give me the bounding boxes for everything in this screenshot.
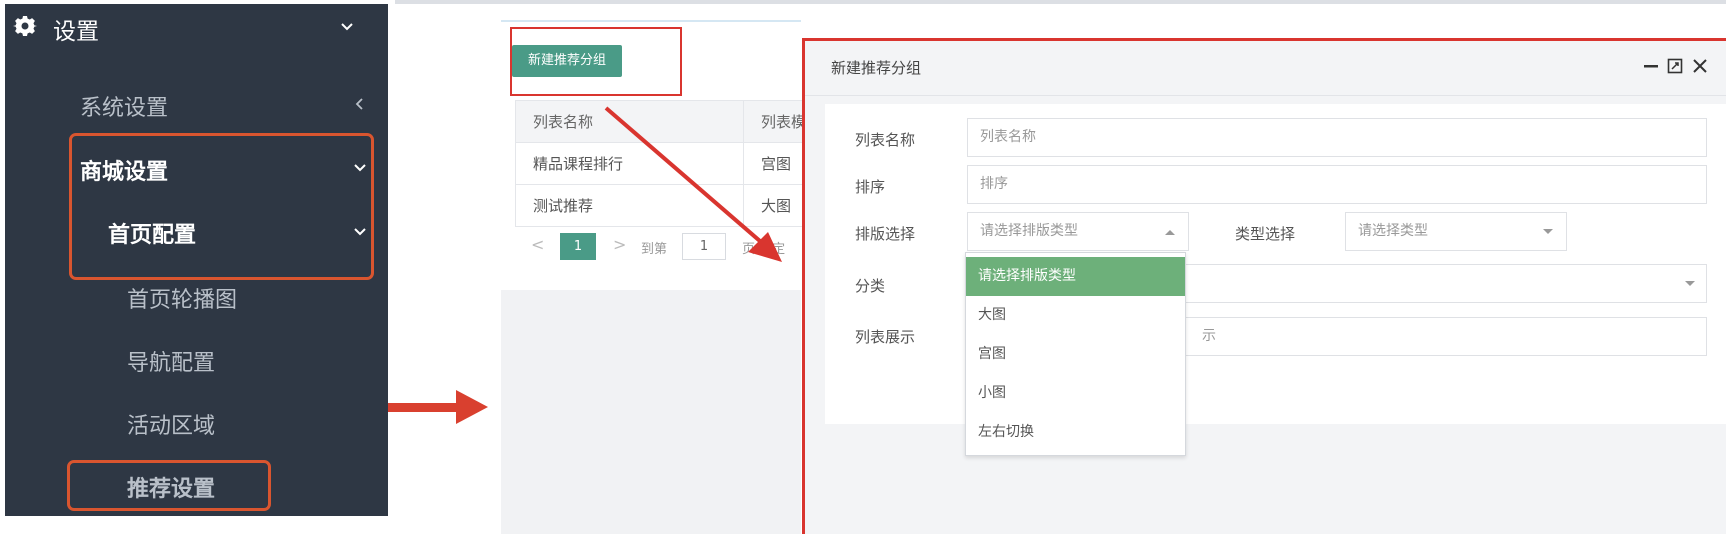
chevron-left-icon bbox=[355, 98, 363, 110]
page-input[interactable]: 1 bbox=[682, 233, 726, 260]
dropdown-option-small[interactable]: 小图 bbox=[966, 374, 1185, 413]
confirm-label[interactable]: 页 确定 bbox=[742, 238, 785, 257]
layout-label: 排版选择 bbox=[855, 225, 916, 243]
caret-down-icon bbox=[1543, 229, 1553, 234]
dropdown-option-placeholder[interactable]: 请选择排版类型 bbox=[966, 257, 1185, 296]
arrow-right-icon bbox=[388, 390, 488, 424]
prev-page-icon[interactable]: < bbox=[531, 235, 544, 254]
table-cell: 精品课程排行 bbox=[515, 142, 744, 185]
sidebar-item-system-settings[interactable]: 系统设置 bbox=[80, 90, 168, 122]
type-select[interactable]: 请选择类型 bbox=[1345, 212, 1567, 251]
top-border bbox=[395, 0, 1726, 4]
display-label: 列表展示 bbox=[855, 328, 916, 346]
column-header-name: 列表名称 bbox=[515, 100, 744, 143]
content-background bbox=[501, 290, 801, 534]
type-label: 类型选择 bbox=[1235, 225, 1296, 243]
modal-header-separator bbox=[805, 95, 1726, 96]
sort-label: 排序 bbox=[855, 178, 886, 196]
dropdown-option-large[interactable]: 大图 bbox=[966, 296, 1185, 335]
highlight-new-button bbox=[510, 27, 682, 96]
highlight-mall-settings bbox=[69, 133, 374, 280]
goto-label: 到第 bbox=[641, 242, 668, 257]
dropdown-option-grid[interactable]: 宫图 bbox=[966, 335, 1185, 374]
modal-form: 列表名称 列表名称 排序 排序 排版选择 请选择排版类型 类型选择 请选择类型 … bbox=[825, 104, 1726, 424]
sidebar-settings-label: 设置 bbox=[53, 19, 99, 45]
caret-down-icon bbox=[1685, 281, 1695, 286]
close-icon[interactable] bbox=[1692, 58, 1708, 74]
type-select-value: 请选择类型 bbox=[1358, 223, 1428, 239]
chevron-down-icon bbox=[341, 23, 353, 31]
sidebar-item-nav-config[interactable]: 导航配置 bbox=[127, 345, 215, 377]
layout-select-value: 请选择排版类型 bbox=[980, 223, 1078, 239]
current-page-button[interactable]: 1 bbox=[560, 233, 596, 260]
pagination: < 1 > 到第 1 页 确定 bbox=[515, 226, 805, 266]
name-label: 列表名称 bbox=[855, 131, 916, 149]
minimize-icon[interactable] bbox=[1643, 58, 1659, 74]
highlight-recommend-settings bbox=[67, 460, 271, 511]
sidebar-item-home-carousel[interactable]: 首页轮播图 bbox=[127, 282, 237, 314]
table-header-row: 列表名称 列表模 bbox=[515, 100, 814, 143]
table-row[interactable]: 测试推荐 大图 bbox=[515, 184, 814, 227]
gear-icon bbox=[13, 16, 37, 36]
modal-title: 新建推荐分组 bbox=[831, 59, 922, 77]
table-cell: 测试推荐 bbox=[515, 184, 744, 227]
table-row[interactable]: 精品课程排行 宫图 bbox=[515, 142, 814, 185]
next-page-icon[interactable]: > bbox=[613, 235, 626, 254]
new-group-modal: 新建推荐分组 列表名称 列表名称 排序 排序 排版选择 请选择排版类型 类型选择… bbox=[802, 38, 1726, 534]
recommend-table: 列表名称 列表模 精品课程排行 宫图 测试推荐 大图 bbox=[515, 100, 814, 227]
dropdown-option-slide[interactable]: 左右切换 bbox=[966, 413, 1185, 452]
display-partial-text: 示 bbox=[1202, 328, 1216, 344]
layout-dropdown-menu: 请选择排版类型 大图 宫图 小图 左右切换 bbox=[965, 252, 1186, 456]
caret-up-icon bbox=[1165, 230, 1175, 235]
layout-select[interactable]: 请选择排版类型 bbox=[967, 212, 1189, 251]
maximize-icon[interactable] bbox=[1667, 58, 1683, 74]
category-label: 分类 bbox=[855, 277, 886, 295]
name-input[interactable]: 列表名称 bbox=[967, 118, 1707, 157]
sort-input[interactable]: 排序 bbox=[967, 165, 1707, 204]
sidebar-item-activity-area[interactable]: 活动区域 bbox=[127, 408, 215, 440]
sidebar-item-settings[interactable]: 设置 bbox=[5, 8, 388, 48]
